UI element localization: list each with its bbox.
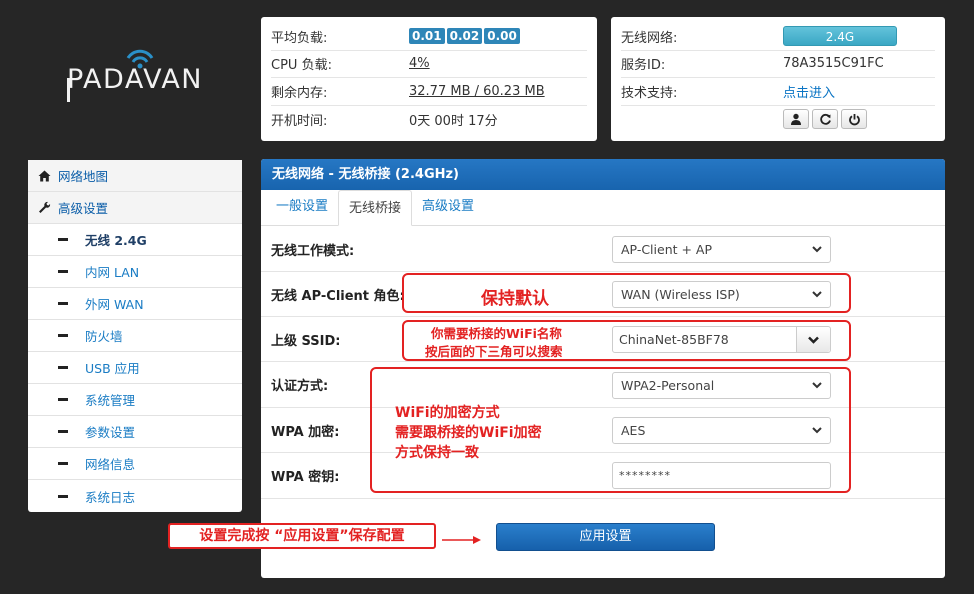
refresh-icon: [819, 113, 831, 125]
annotation-enc-note-3: 方式保持一致: [395, 445, 479, 461]
sidebar-item-label: 网络信息: [85, 457, 136, 472]
sidebar-item-label: 内网 LAN: [85, 265, 140, 280]
power-button[interactable]: [841, 109, 867, 130]
sidebar-item-lan[interactable]: 内网 LAN: [28, 256, 242, 288]
load-values: 0.01 0.02 0.00: [409, 28, 522, 45]
logo-text: PADAVAN: [67, 64, 203, 95]
chevron-down-icon: [812, 246, 822, 253]
sidebar-item-label: 网络地图: [58, 169, 109, 184]
auth-label: 认证方式:: [271, 379, 329, 394]
wpa-key-label: WPA 密钥:: [271, 470, 340, 485]
annotation-keep-default: 保持默认: [481, 289, 549, 309]
tab-general[interactable]: 一般设置: [266, 189, 338, 225]
load-5min: 0.02: [446, 28, 483, 45]
sidebar-item-label: USB 应用: [85, 361, 140, 376]
annotation-enc-note-1: WiFi的加密方式: [395, 405, 500, 421]
sidebar-item-label: 无线 2.4G: [85, 233, 147, 248]
annotation-ssid-note-1: 你需要桥接的WiFi名称: [431, 326, 562, 341]
sidebar-item-network-info[interactable]: 网络信息: [28, 448, 242, 480]
sidebar-item-label: 高级设置: [58, 201, 109, 216]
memory-value[interactable]: 32.77 MB / 60.23 MB: [409, 84, 545, 99]
logo-bar: [67, 78, 70, 102]
tab-advanced[interactable]: 高级设置: [412, 189, 484, 225]
wrench-icon: [39, 201, 51, 213]
annotation-apply-note: 设置完成按 “应用设置”保存配置: [168, 523, 436, 549]
power-icon: [848, 113, 860, 126]
memory-label: 剩余内存:: [271, 85, 328, 101]
mode-select-value: AP-Client + AP: [621, 242, 713, 257]
memory-row: 剩余内存: 32.77 MB / 60.23 MB: [271, 78, 587, 106]
service-id-value: 78A3515C91FC: [783, 56, 884, 72]
control-buttons-row: [621, 106, 935, 134]
annotation-enc-note-2: 需要跟桥接的WiFi加密: [395, 425, 542, 441]
uptime-value: 0天 00时 17分: [409, 113, 498, 129]
sidebar-item-label: 外网 WAN: [85, 297, 144, 312]
padavan-logo: PADAVAN: [62, 44, 222, 114]
support-row: 技术支持: 点击进入: [621, 78, 935, 106]
cpu-label: CPU 负载:: [271, 58, 332, 74]
sidebar-item-firewall[interactable]: 防火墙: [28, 320, 242, 352]
service-id-label: 服务ID:: [621, 58, 666, 74]
uptime-row: 开机时间: 0天 00时 17分: [271, 106, 587, 134]
sidebar-item-system-log[interactable]: 系统日志: [28, 480, 242, 512]
user-button[interactable]: [783, 109, 809, 130]
band-2g-button[interactable]: 2.4G: [783, 26, 897, 47]
sidebar-item-label: 参数设置: [85, 425, 136, 440]
load-15min: 0.00: [484, 28, 520, 45]
sidebar-item-wan[interactable]: 外网 WAN: [28, 288, 242, 320]
sidebar-item-label: 系统日志: [85, 489, 136, 505]
sidebar-item-label: 系统管理: [85, 393, 136, 408]
service-id-row: 服务ID: 78A3515C91FC: [621, 51, 935, 78]
support-link[interactable]: 点击进入: [783, 82, 835, 101]
annotation-ssid-note-2: 按后面的下三角可以搜索: [425, 344, 563, 359]
sidebar-item-usb[interactable]: USB 应用: [28, 352, 242, 384]
annotation-box-role: [402, 273, 851, 313]
wireless-info-panel: 无线网络: 2.4G 服务ID: 78A3515C91FC 技术支持: 点击进入: [611, 17, 945, 141]
encryption-label: WPA 加密:: [271, 424, 340, 440]
load-label: 平均负载:: [271, 30, 328, 46]
sidebar-item-parameters[interactable]: 参数设置: [28, 416, 242, 448]
sidebar-item-wireless-24g[interactable]: 无线 2.4G: [28, 224, 242, 256]
refresh-button[interactable]: [812, 109, 838, 130]
mode-label: 无线工作模式:: [271, 243, 355, 259]
load-1min: 0.01: [409, 28, 445, 45]
sidebar-item-label: 防火墙: [85, 329, 123, 344]
sidebar-menu: 网络地图 高级设置 无线 2.4G 内网 LAN 外网 WAN 防火墙 USB …: [28, 160, 242, 512]
arrow-right-icon: [442, 536, 481, 544]
ssid-label: 上级 SSID:: [271, 333, 341, 349]
system-status-panel: 平均负载: 0.01 0.02 0.00 CPU 负载: 4% 剩余内存: 32.7…: [261, 17, 597, 141]
sidebar-item-network-map[interactable]: 网络地图: [28, 160, 242, 192]
page-title: 无线网络 - 无线桥接 (2.4GHz): [261, 159, 945, 190]
role-label: 无线 AP-Client 角色:: [271, 288, 405, 304]
apply-settings-button[interactable]: 应用设置: [496, 523, 715, 551]
mode-select[interactable]: AP-Client + AP: [612, 236, 831, 263]
uptime-label: 开机时间:: [271, 113, 328, 129]
mode-row: 无线工作模式: AP-Client + AP: [261, 227, 945, 272]
tab-bar: 一般设置 无线桥接 高级设置: [261, 190, 945, 226]
sidebar-item-advanced-settings[interactable]: 高级设置: [28, 192, 242, 224]
wireless-label: 无线网络:: [621, 30, 678, 46]
wireless-row: 无线网络: 2.4G: [621, 23, 935, 51]
sidebar-item-system-admin[interactable]: 系统管理: [28, 384, 242, 416]
load-row: 平均负载: 0.01 0.02 0.00: [271, 23, 587, 51]
home-icon: [38, 170, 51, 181]
cpu-value[interactable]: 4%: [409, 56, 430, 71]
support-label: 技术支持:: [621, 85, 678, 101]
user-icon: [791, 114, 801, 126]
tab-bridge[interactable]: 无线桥接: [338, 190, 413, 226]
cpu-row: CPU 负载: 4%: [271, 51, 587, 78]
